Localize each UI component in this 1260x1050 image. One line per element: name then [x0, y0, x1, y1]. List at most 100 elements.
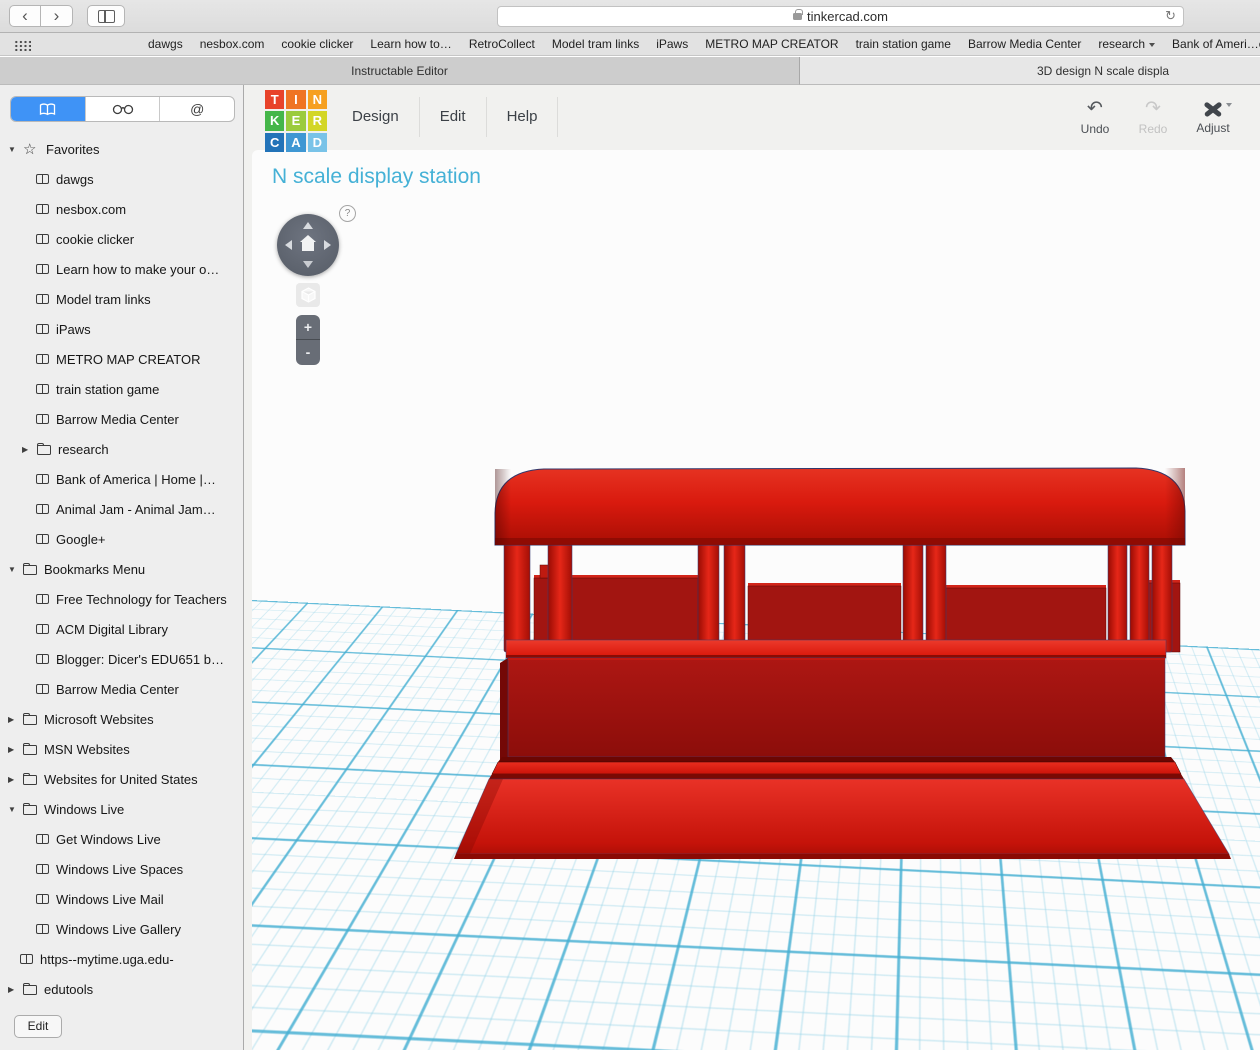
edit-bookmarks-button[interactable]: Edit [14, 1015, 62, 1038]
tinkercad-menubar: Design Edit Help [332, 97, 559, 137]
bookmark-icon [20, 954, 33, 964]
sidebar-item-barrow-media-center-2[interactable]: Barrow Media Center [0, 674, 242, 704]
sidebar-folder-websites-us[interactable]: Websites for United States [0, 764, 242, 794]
folder-icon [36, 442, 51, 455]
zoom-out-button[interactable]: - [296, 340, 320, 365]
design-title[interactable]: N scale display station [272, 165, 481, 189]
rotate-left-arrow[interactable] [285, 240, 292, 250]
bookmark-bar-item[interactable]: Barrow Media Center [968, 37, 1081, 51]
bookmark-icon [36, 474, 49, 484]
folder-icon [22, 982, 37, 995]
sidebar-item-mytime-uga[interactable]: https--mytime.uga.edu- [0, 944, 242, 974]
bookmark-icon [36, 174, 49, 184]
bookmark-bar-item[interactable]: iPaws [656, 37, 688, 51]
disclosure-closed-icon[interactable] [8, 764, 23, 794]
sidebar-item-barrow-media-center[interactable]: Barrow Media Center [0, 404, 242, 434]
station-3d-model[interactable] [440, 455, 1240, 875]
rotate-down-arrow[interactable] [303, 261, 313, 268]
sidebar-item-windows-live-gallery[interactable]: Windows Live Gallery [0, 914, 242, 944]
bookmark-bar-item[interactable]: RetroCollect [469, 37, 535, 51]
sidebar-item-free-technology[interactable]: Free Technology for Teachers [0, 584, 242, 614]
sidebar-item-windows-live-mail[interactable]: Windows Live Mail [0, 884, 242, 914]
sidebar-item-nesbox[interactable]: nesbox.com [0, 194, 242, 224]
sidebar-item-model-tram-links[interactable]: Model tram links [0, 284, 242, 314]
zoom-in-button[interactable]: + [296, 315, 320, 340]
sidebar-folder-msn-websites[interactable]: MSN Websites [0, 734, 242, 764]
sidebar-item-animal-jam[interactable]: Animal Jam - Animal Jam… [0, 494, 242, 524]
sidebar-item-metro-map-creator[interactable]: METRO MAP CREATOR [0, 344, 242, 374]
disclosure-open-icon[interactable] [8, 145, 23, 154]
bookmark-bar-item[interactable]: dawgs [148, 37, 183, 51]
folder-icon [22, 772, 37, 785]
bookmarks-tab-button[interactable] [11, 97, 85, 121]
sidebar-item-dawgs[interactable]: dawgs [0, 164, 242, 194]
bookmark-bar-item[interactable]: Model tram links [552, 37, 639, 51]
sidebar-folder-microsoft-websites[interactable]: Microsoft Websites [0, 704, 242, 734]
disclosure-closed-icon[interactable] [8, 734, 23, 764]
sidebar-item-windows-live-spaces[interactable]: Windows Live Spaces [0, 854, 242, 884]
sidebar-item-favorites[interactable]: Favorites [0, 134, 242, 164]
view-cube-button[interactable] [296, 283, 320, 307]
sidebar-item-bank-of-america[interactable]: Bank of America | Home |… [0, 464, 242, 494]
eyeglasses-icon [112, 104, 133, 115]
sidebar-item-cookie-clicker[interactable]: cookie clicker [0, 224, 242, 254]
menu-design[interactable]: Design [332, 97, 420, 137]
address-bar[interactable]: tinkercad.com [497, 6, 1184, 27]
rotate-right-arrow[interactable] [324, 240, 331, 250]
bookmark-icon [36, 324, 49, 334]
bookmark-icon [36, 294, 49, 304]
station-floor [505, 639, 1167, 659]
rotate-up-arrow[interactable] [303, 222, 313, 229]
sidebar-item-ipaws[interactable]: iPaws [0, 314, 242, 344]
bookmark-bar-item[interactable]: cookie clicker [281, 37, 353, 51]
favorites-grid-icon[interactable] [14, 40, 31, 51]
logo-letter: C [265, 132, 285, 152]
menu-edit[interactable]: Edit [420, 97, 487, 137]
sidebar-item-get-windows-live[interactable]: Get Windows Live [0, 824, 242, 854]
station-body [500, 657, 1166, 762]
tinkercad-logo[interactable]: T I N K E R C A D [265, 90, 327, 152]
design-canvas[interactable]: N scale display station ? + - [252, 150, 1260, 1050]
bookmark-bar-item[interactable]: METRO MAP CREATOR [705, 37, 838, 51]
tab-3d-design-active[interactable]: 3D design N scale displa [800, 57, 1260, 85]
home-view-icon[interactable] [300, 235, 316, 251]
sidebar-folder-windows-live[interactable]: Windows Live [0, 794, 242, 824]
bookmark-bar-item[interactable]: nesbox.com [200, 37, 265, 51]
sidebar-folder-research[interactable]: research [0, 434, 242, 464]
disclosure-closed-icon[interactable] [8, 704, 23, 734]
disclosure-closed-icon[interactable] [22, 434, 37, 464]
reading-list-tab-button[interactable] [84, 97, 160, 121]
disclosure-open-icon[interactable] [8, 565, 23, 574]
disclosure-closed-icon[interactable] [8, 974, 23, 1004]
sidebar-item-blogger-dicer[interactable]: Blogger: Dicer's EDU651 b… [0, 644, 242, 674]
bookmark-icon [36, 414, 49, 424]
undo-button[interactable]: Undo [1072, 98, 1118, 136]
sidebar-folder-edutools[interactable]: edutools [0, 974, 242, 1004]
bookmark-icon [36, 684, 49, 694]
bookmark-bar-item[interactable]: train station game [856, 37, 951, 51]
sidebar-toggle-button[interactable] [87, 5, 125, 27]
sidebar-item-acm-digital-library[interactable]: ACM Digital Library [0, 614, 242, 644]
back-button[interactable] [9, 5, 41, 27]
station-interior-walls [533, 564, 1181, 653]
folder-icon [22, 562, 37, 575]
menu-help[interactable]: Help [487, 97, 559, 137]
adjust-button[interactable]: Adjust [1190, 98, 1236, 135]
help-button[interactable]: ? [339, 205, 356, 222]
sidebar-folder-bookmarks-menu[interactable]: Bookmarks Menu [0, 554, 242, 584]
forward-button[interactable] [41, 5, 73, 27]
redo-button[interactable]: Redo [1130, 98, 1176, 136]
sidebar-item-google-plus[interactable]: Google+ [0, 524, 242, 554]
sidebar-item-train-station-game[interactable]: train station game [0, 374, 242, 404]
view-orbit-control[interactable] [277, 214, 339, 276]
bookmark-bar-item[interactable]: Learn how to… [370, 37, 451, 51]
shared-links-tab-button[interactable]: @ [159, 97, 234, 121]
disclosure-open-icon[interactable] [8, 805, 23, 814]
tab-instructable-editor[interactable]: Instructable Editor [0, 57, 800, 85]
bookmark-bar-item[interactable]: Bank of Ameri…e | Pe [1172, 37, 1260, 51]
bookmark-bar-folder-research[interactable]: research [1098, 37, 1156, 51]
sidebar-item-learn-how-to[interactable]: Learn how to make your o… [0, 254, 242, 284]
reload-icon[interactable] [1165, 8, 1176, 24]
logo-letter: R [307, 111, 327, 131]
bookmark-icon [36, 624, 49, 634]
